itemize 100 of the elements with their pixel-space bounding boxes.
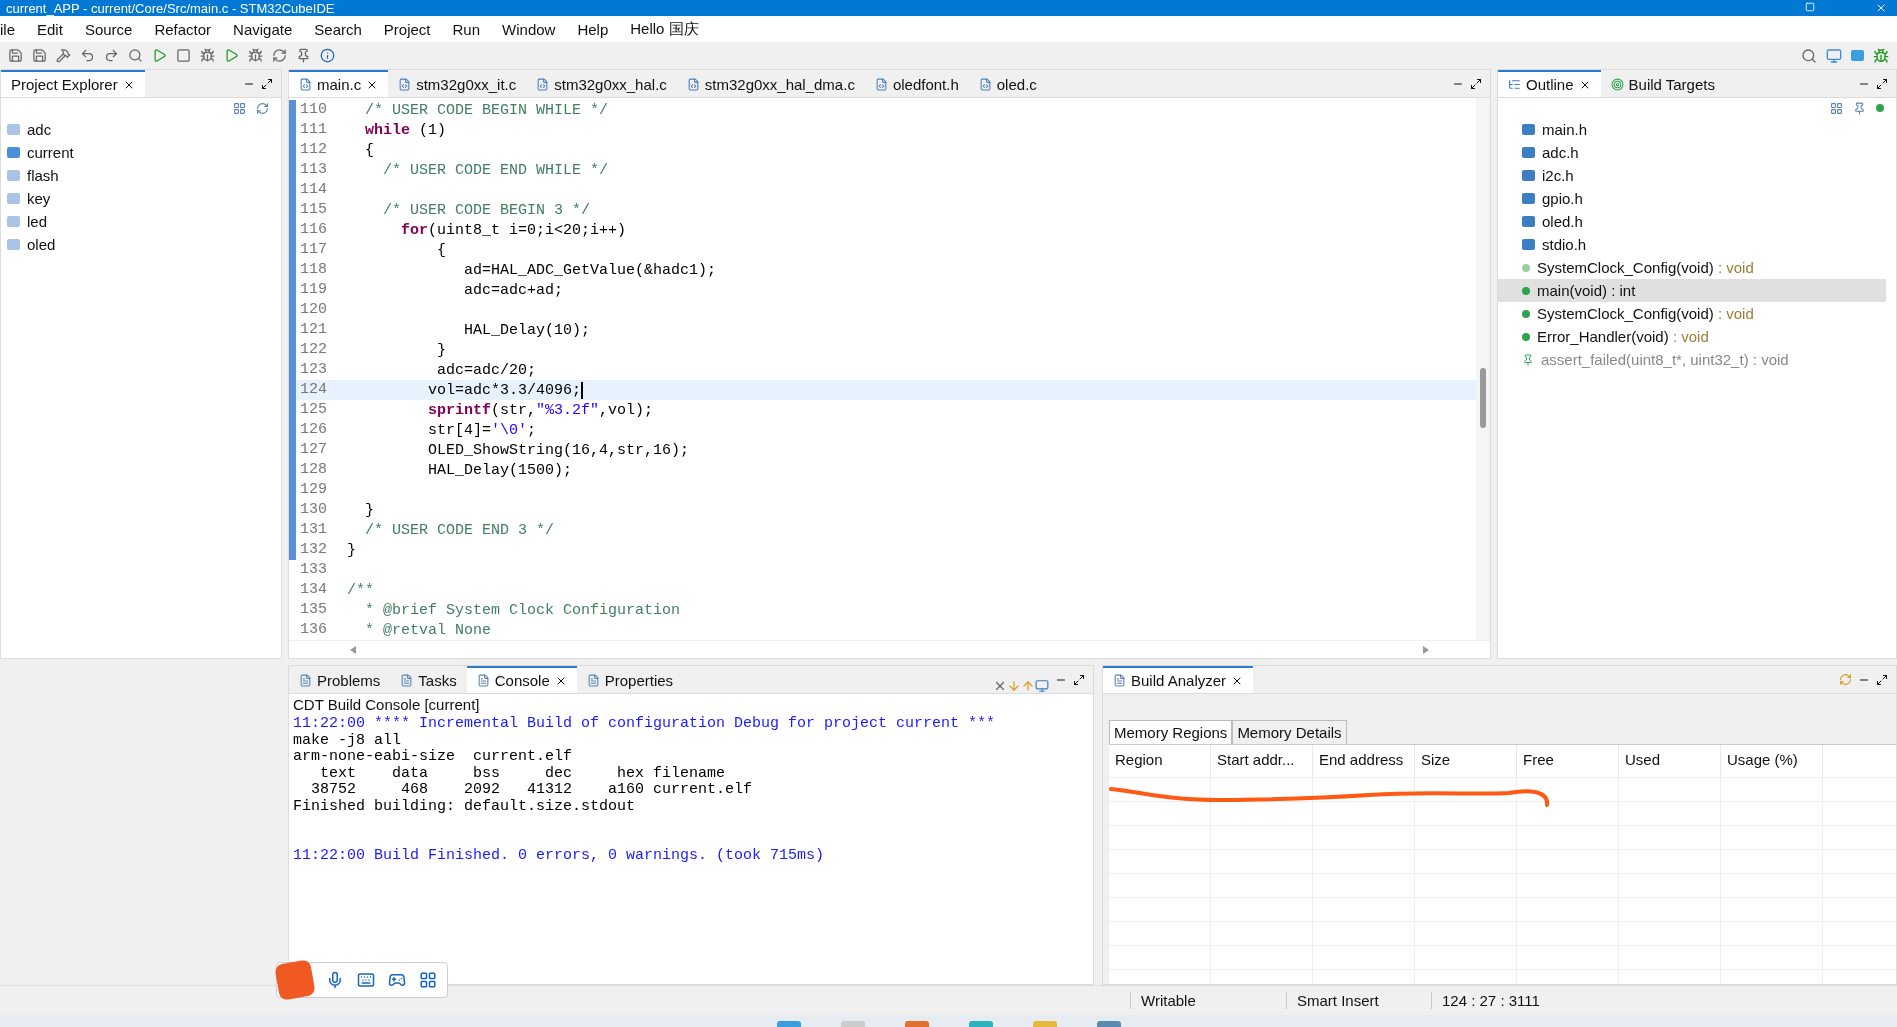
console-line: 11:22:00 **** Incremental Build of configuration Debug for project current ***	[292, 716, 997, 733]
microphone-icon[interactable]	[326, 971, 344, 989]
refresh-icon[interactable]	[1839, 673, 1852, 686]
tree-item[interactable]: oled	[1, 233, 281, 256]
down-arrow-icon[interactable]	[1007, 679, 1021, 693]
outline-item[interactable]: stdio.h	[1498, 233, 1886, 256]
maximize-icon[interactable]	[261, 78, 273, 90]
file-icon	[536, 78, 550, 91]
taskbar-icon[interactable]	[968, 1021, 993, 1027]
menu-item[interactable]: Search	[303, 20, 373, 38]
refresh-icon[interactable]	[272, 48, 287, 63]
collapse-icon[interactable]	[233, 101, 246, 115]
monitor-icon[interactable]	[1035, 679, 1049, 693]
editor-tab[interactable]: main.c	[289, 70, 389, 97]
menu-item[interactable]: Refactor	[143, 20, 223, 38]
maximize-icon[interactable]	[1876, 78, 1888, 90]
play-icon[interactable]	[152, 48, 167, 63]
stop-icon[interactable]	[176, 48, 191, 63]
menu-item[interactable]: ile	[0, 20, 26, 38]
view-icon	[1113, 674, 1126, 687]
redo-icon[interactable]	[104, 48, 119, 63]
tree-item[interactable]: flash	[1, 164, 281, 187]
scroll-left-icon[interactable]	[349, 645, 357, 654]
view-tab[interactable]: Console	[466, 666, 577, 693]
menu-item[interactable]: Run	[441, 20, 492, 38]
taskbar-icon[interactable]	[776, 1021, 801, 1027]
bug-icon[interactable]	[1873, 47, 1889, 64]
column-header: Region	[1109, 745, 1211, 777]
outline-item[interactable]: adc.h	[1498, 141, 1886, 164]
restore-icon[interactable]	[1805, 2, 1815, 12]
line-number: 122	[289, 340, 337, 360]
tree-item[interactable]: key	[1, 187, 281, 210]
tree-item[interactable]: adc	[1, 118, 281, 141]
clear-icon[interactable]	[993, 679, 1007, 693]
memory-tab[interactable]: Memory Regions	[1109, 720, 1233, 744]
memory-tab[interactable]: Memory Details	[1232, 720, 1347, 744]
outline-item[interactable]: SystemClock_Config(void) : void	[1498, 302, 1886, 325]
outline-item[interactable]: gpio.h	[1498, 187, 1886, 210]
pin-icon[interactable]	[1853, 101, 1866, 115]
save-all-icon[interactable]	[32, 48, 47, 63]
up-arrow-icon[interactable]	[1021, 679, 1035, 693]
view-tab[interactable]: Build Targets	[1600, 70, 1725, 97]
save-icon[interactable]	[8, 48, 23, 63]
taskbar-icon[interactable]	[904, 1021, 929, 1027]
view-tab[interactable]: Problems	[289, 666, 391, 693]
code-text: adc=adc/20;	[436, 361, 537, 379]
view-tab[interactable]: Build Analyzer	[1103, 666, 1254, 693]
info-icon[interactable]	[320, 48, 335, 63]
item-label: Error_Handler(void) : void	[1537, 328, 1709, 345]
menu-item[interactable]: Source	[73, 20, 144, 38]
outline-item[interactable]: Error_Handler(void) : void	[1498, 325, 1886, 348]
search-icon[interactable]	[128, 48, 143, 63]
taskbar-icon[interactable]	[1096, 1021, 1121, 1027]
bug-icon[interactable]	[200, 48, 215, 63]
bug-icon[interactable]	[248, 48, 263, 63]
outline-item[interactable]: assert_failed(uint8_t*, uint32_t) : void	[1498, 348, 1886, 371]
monitor-icon[interactable]	[1826, 47, 1842, 64]
maximize-icon[interactable]	[1876, 674, 1888, 686]
pin-icon[interactable]	[296, 48, 311, 63]
menu-item[interactable]: Project	[372, 20, 442, 38]
run-icon[interactable]	[224, 48, 239, 63]
user-menu[interactable]: Hello 国庆	[619, 19, 710, 39]
menu-item[interactable]: Edit	[26, 20, 74, 38]
maximize-icon[interactable]	[1470, 78, 1482, 90]
view-tab[interactable]: Outline	[1498, 70, 1601, 97]
menu-item[interactable]: Window	[491, 20, 567, 38]
console-line: Finished building: default.size.stdout	[292, 798, 637, 815]
code-text: str[4]='\0';	[427, 421, 537, 439]
editor-tab[interactable]: oled.c	[968, 70, 1047, 97]
outline-item[interactable]: SystemClock_Config(void) : void	[1498, 256, 1886, 279]
outline-icon	[1508, 78, 1521, 91]
editor-tab[interactable]: stm32g0xx_hal_dma.c	[676, 70, 865, 97]
keyboard-icon[interactable]	[357, 971, 375, 989]
tree-item[interactable]: led	[1, 210, 281, 233]
gamepad-icon[interactable]	[388, 971, 406, 989]
search-icon[interactable]	[1801, 47, 1817, 64]
outline-item[interactable]: oled.h	[1498, 210, 1886, 233]
menu-item[interactable]: Navigate	[222, 20, 304, 38]
outline-item[interactable]: i2c.h	[1498, 164, 1886, 187]
line-number: 120	[289, 300, 337, 320]
undo-icon[interactable]	[80, 48, 95, 63]
link-icon[interactable]	[256, 101, 269, 115]
scroll-right-icon[interactable]	[1422, 645, 1430, 654]
maximize-icon[interactable]	[1073, 674, 1085, 686]
outline-item[interactable]: main(void) : int	[1498, 279, 1886, 302]
outline-item[interactable]: main.h	[1498, 118, 1886, 141]
line-number: 114	[289, 180, 337, 200]
tree-item[interactable]: current	[1, 141, 281, 164]
editor-tab[interactable]: stm32g0xx_it.c	[388, 70, 527, 97]
view-tab[interactable]: Project Explorer	[1, 70, 145, 97]
collapse-icon[interactable]	[1830, 101, 1843, 115]
hammer-icon[interactable]	[56, 48, 71, 63]
folder-icon	[7, 216, 20, 227]
menu-item[interactable]: Help	[566, 20, 620, 38]
grid-icon[interactable]	[419, 971, 437, 989]
view-tab[interactable]: Tasks	[390, 666, 467, 693]
editor-tab[interactable]: oledfont.h	[864, 70, 969, 97]
view-tab[interactable]: Properties	[576, 666, 684, 693]
code-text: }	[436, 341, 447, 359]
editor-tab[interactable]: stm32g0xx_hal.c	[526, 70, 677, 97]
